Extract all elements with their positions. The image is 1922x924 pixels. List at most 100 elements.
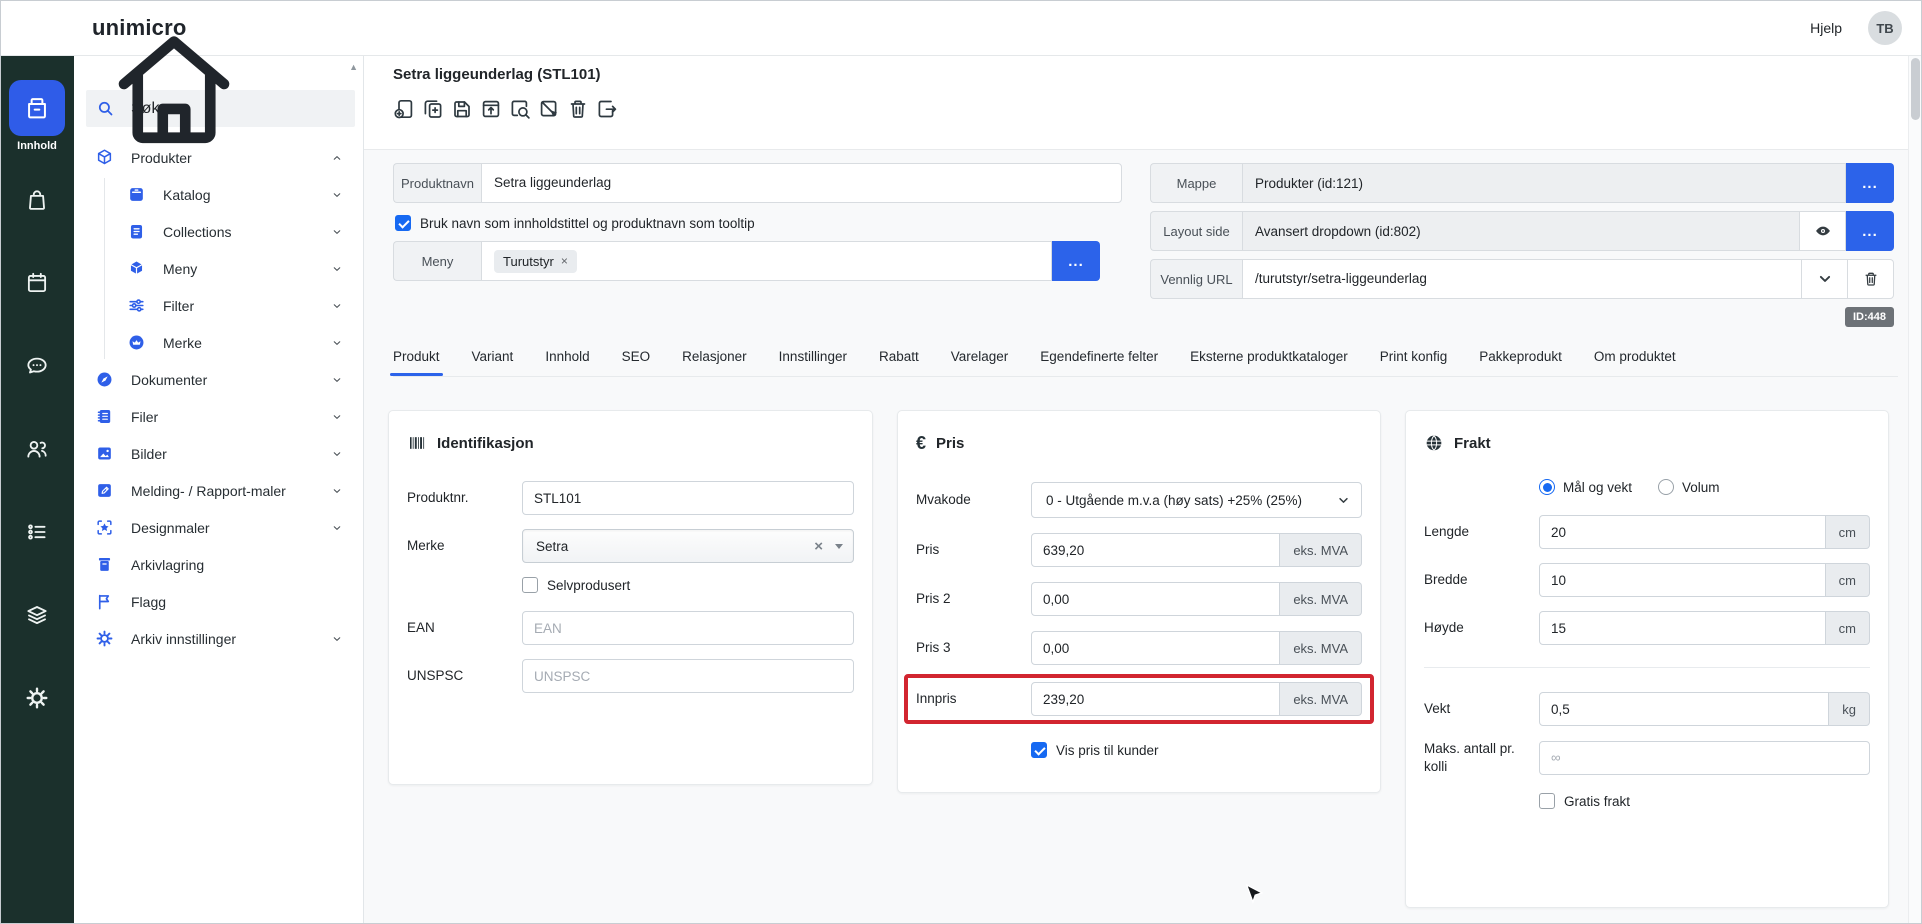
merke-select[interactable]: Setra × [522,529,854,563]
gratis-frakt-checkbox[interactable] [1539,793,1555,809]
unpublish-button[interactable] [536,96,562,122]
layout-preview-button[interactable] [1800,211,1846,251]
meny-tags-field[interactable]: Turutstyr × [481,241,1052,281]
gratis-frakt-label: Gratis frakt [1564,794,1630,809]
tab-rabatt[interactable]: Rabatt [879,349,919,364]
tab-produkt[interactable]: Produkt [393,349,440,364]
chevron-down-icon[interactable] [331,633,343,645]
rail-item-shopping-bag[interactable] [24,187,50,213]
tab-eksterne-produktkataloger[interactable]: Eksterne produktkataloger [1190,349,1348,364]
tab-om-produktet[interactable]: Om produktet [1594,349,1676,364]
volum-radio[interactable] [1658,479,1674,495]
filter-sliders-icon [127,296,146,315]
url-dropdown-button[interactable] [1802,259,1848,299]
mappe-more-button[interactable]: ... [1846,163,1894,203]
export-button[interactable] [594,96,620,122]
sidebar-item-katalog[interactable]: Katalog [74,176,363,213]
chevron-down-icon[interactable] [331,226,343,238]
home-button[interactable] [24,14,52,42]
vennlig-url-input[interactable] [1242,259,1802,299]
rail-item-checklist[interactable] [24,519,50,545]
app-logo: unimicro [92,15,187,41]
layout-more-button[interactable]: ... [1846,211,1894,251]
tab-print-konfig[interactable]: Print konfig [1380,349,1448,364]
content-header: Setra liggeunderlag (STL101) [364,56,1908,150]
user-avatar[interactable]: TB [1868,11,1902,45]
tab-pakkeprodukt[interactable]: Pakkeprodukt [1479,349,1562,364]
maal-og-vekt-radio[interactable] [1539,479,1555,495]
scrollbar-thumb[interactable] [1911,58,1920,120]
nav-scroll-up-icon[interactable]: ▲ [349,62,358,72]
rail-item-layers[interactable] [24,602,50,628]
sidebar-item-merke[interactable]: Merke [74,324,363,361]
rail-item-chat[interactable] [24,353,50,379]
tab-seo[interactable]: SEO [622,349,651,364]
sidebar-item-filer[interactable]: Filer [74,398,363,435]
chevron-down-icon[interactable] [331,263,343,275]
chevron-down-icon[interactable] [331,337,343,349]
preview-button[interactable] [507,96,533,122]
sidebar-item-meny[interactable]: Meny [74,250,363,287]
sidebar-item-label: Arkivlagring [131,557,204,573]
chevron-down-icon[interactable] [331,448,343,460]
clear-selection-icon[interactable]: × [814,538,823,555]
produktnavn-input[interactable] [481,163,1122,203]
tab-relasjoner[interactable]: Relasjoner [682,349,747,364]
save-button[interactable] [449,96,475,122]
mvakode-select[interactable]: 0 - Utgående m.v.a (høy sats) +25% (25%) [1031,482,1362,518]
sidebar-item-label: Filer [131,409,158,425]
chevron-down-icon[interactable] [331,485,343,497]
tab-variant[interactable]: Variant [472,349,514,364]
sidebar-item-dokumenter[interactable]: Dokumenter [74,361,363,398]
selvprodusert-checkbox[interactable] [522,577,538,593]
sidebar-item-arkivlagring[interactable]: Arkivlagring [74,546,363,583]
ean-input[interactable] [522,611,854,645]
delete-button[interactable] [565,96,591,122]
publish-button[interactable] [478,96,504,122]
tab-innhold[interactable]: Innhold [545,349,589,364]
sidebar-item-flagg[interactable]: Flagg [74,583,363,620]
help-link[interactable]: Hjelp [1810,20,1842,36]
new-document-button[interactable] [391,96,417,122]
pris3-input[interactable] [1031,631,1280,665]
pris-input[interactable] [1031,533,1280,567]
vekt-input[interactable] [1539,692,1829,726]
sidebar-item-collections[interactable]: Collections [74,213,363,250]
hoyde-input[interactable] [1539,611,1826,645]
maks-antall-input[interactable] [1539,741,1870,775]
rail-item-calendar[interactable] [24,270,50,296]
remove-tag-icon[interactable]: × [561,254,568,268]
name-tooltip-checkbox[interactable] [395,215,411,231]
tab-varelager[interactable]: Varelager [951,349,1009,364]
sidebar-item-melding-rapport-maler[interactable]: Melding- / Rapport-maler [74,472,363,509]
rail-item-users[interactable] [24,436,50,462]
chevron-down-icon[interactable] [331,189,343,201]
unspsc-input[interactable] [522,659,854,693]
bredde-input[interactable] [1539,563,1826,597]
sidebar-item-arkiv-innstillinger[interactable]: Arkiv innstillinger [74,620,363,657]
innpris-input[interactable] [1031,682,1280,716]
pris2-input[interactable] [1031,582,1280,616]
tab-egendefinerte-felter[interactable]: Egendefinerte felter [1040,349,1158,364]
duplicate-button[interactable] [420,96,446,122]
page-scrollbar[interactable] [1908,56,1922,924]
tab-innstillinger[interactable]: Innstillinger [779,349,847,364]
url-delete-button[interactable] [1848,259,1894,299]
produktnr-input[interactable] [522,481,854,515]
vis-pris-checkbox[interactable] [1031,742,1047,758]
chevron-down-icon[interactable] [331,300,343,312]
sidebar-item-designmaler[interactable]: Designmaler [74,509,363,546]
chevron-down-icon[interactable] [331,522,343,534]
app-rail: Innhold [0,56,74,924]
sidebar-item-filter[interactable]: Filter [74,287,363,324]
mappe-value[interactable]: Produkter (id:121) [1242,163,1846,203]
meny-more-button[interactable]: ... [1052,241,1100,281]
vekt-unit: kg [1829,692,1870,726]
sidebar-item-bilder[interactable]: Bilder [74,435,363,472]
layout-side-value[interactable]: Avansert dropdown (id:802) [1242,211,1800,251]
chevron-down-icon[interactable] [331,411,343,423]
lengde-input[interactable] [1539,515,1826,549]
chevron-up-icon[interactable] [331,152,343,164]
chevron-down-icon[interactable] [331,374,343,386]
rail-item-settings[interactable] [24,685,50,711]
